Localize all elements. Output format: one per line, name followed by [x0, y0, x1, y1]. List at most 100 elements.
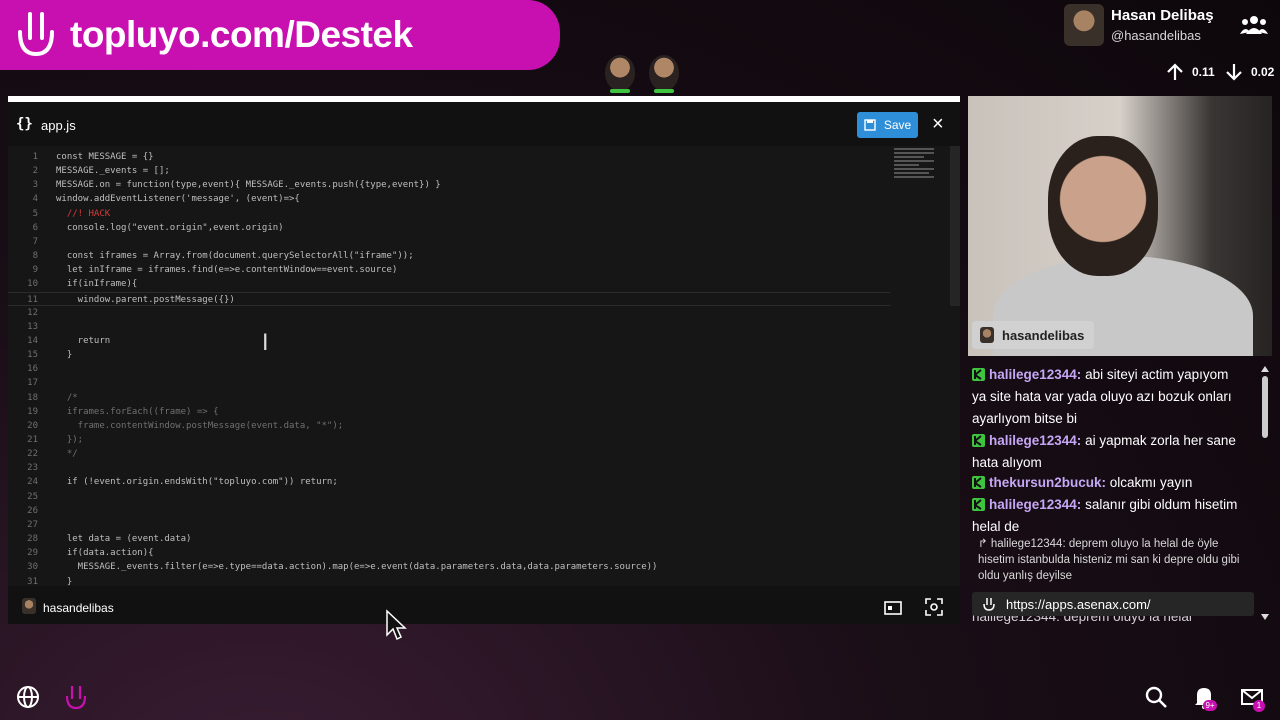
- footer-username: hasandelibas: [43, 601, 114, 615]
- code-text: */: [56, 449, 78, 460]
- editor-scrollbar[interactable]: [950, 146, 960, 306]
- code-line[interactable]: 5 //! HACK: [8, 207, 890, 221]
- line-number: 2: [32, 166, 38, 177]
- viewer-avatar[interactable]: [649, 55, 679, 93]
- code-line[interactable]: 4 window.addEventListener('message', (eve…: [8, 192, 890, 206]
- topluyo-smile-icon[interactable]: [63, 684, 89, 710]
- chat-reply: ↱ halilege12344: deprem oluyo la helal d…: [978, 538, 1240, 582]
- code-line[interactable]: 17: [8, 376, 890, 390]
- line-number: 15: [27, 350, 38, 361]
- code-line[interactable]: 11 window.parent.postMessage({}): [8, 291, 890, 306]
- code-line[interactable]: 29 if(data.action){: [8, 546, 890, 560]
- chat-list[interactable]: ↱ halilege12344: deprem oluyo la helal d…: [968, 362, 1258, 624]
- code-line[interactable]: 16: [8, 362, 890, 376]
- code-line[interactable]: 14 return: [8, 334, 890, 348]
- code-text: }: [56, 576, 73, 587]
- badge-icon: [972, 474, 985, 489]
- webcam-view[interactable]: hasandelibas: [968, 96, 1272, 356]
- save-button[interactable]: Save: [857, 112, 918, 138]
- viewer-avatar[interactable]: [605, 55, 635, 93]
- code-minimap[interactable]: [890, 146, 950, 190]
- code-line[interactable]: 9 let inIframe = iframes.find(e=>e.conte…: [8, 263, 890, 277]
- code-line[interactable]: 12: [8, 306, 890, 320]
- code-line[interactable]: 24 if (!event.origin.endsWith("topluyo.c…: [8, 475, 890, 489]
- avatar: [1064, 4, 1104, 46]
- line-number: 9: [32, 265, 38, 276]
- mouse-pointer-icon: [386, 609, 407, 641]
- download-speed: 0.02: [1225, 63, 1274, 81]
- code-text: window.addEventListener('message', (even…: [56, 194, 300, 205]
- editor-filename: app.js: [41, 118, 76, 133]
- code-line[interactable]: 15 }: [8, 348, 890, 362]
- code-line[interactable]: 22 */: [8, 447, 890, 461]
- code-line[interactable]: 28 let data = (event.data): [8, 532, 890, 546]
- code-line[interactable]: 20 frame.contentWindow.postMessage(event…: [8, 419, 890, 433]
- code-text: MESSAGE._events.filter(e=>e.type==data.a…: [56, 562, 658, 573]
- code-line[interactable]: 10 if(inIframe){: [8, 277, 890, 291]
- users-icon[interactable]: [1240, 12, 1268, 38]
- code-line[interactable]: 13: [8, 320, 890, 334]
- code-line[interactable]: 3 MESSAGE.on = function(type,event){ MESS…: [8, 178, 890, 192]
- save-label: Save: [883, 118, 912, 132]
- profile-card[interactable]: Hasan Delibaş @hasandelibas: [1064, 4, 1280, 50]
- code-line[interactable]: 26: [8, 504, 890, 518]
- chat-username[interactable]: halilege12344:: [989, 367, 1081, 382]
- chat-username[interactable]: halilege12344:: [989, 497, 1081, 512]
- code-line[interactable]: 2 MESSAGE._events = [];: [8, 164, 890, 178]
- line-number: 10: [27, 279, 38, 290]
- line-number: 5: [32, 208, 38, 219]
- code-text: if(inIframe){: [56, 279, 138, 290]
- code-line[interactable]: 6 console.log("event.origin",event.origi…: [8, 221, 890, 235]
- avatar: [980, 327, 994, 343]
- code-line[interactable]: 25: [8, 490, 890, 504]
- upload-value: 0.11: [1192, 65, 1215, 79]
- topluyo-banner[interactable]: topluyo.com/Destek: [0, 0, 560, 70]
- search-icon[interactable]: [1143, 684, 1169, 710]
- line-number: 23: [27, 463, 38, 474]
- code-text: const MESSAGE = {}: [56, 152, 154, 162]
- code-line[interactable]: 23: [8, 461, 890, 475]
- chat-username[interactable]: thekursun2bucuk:: [989, 475, 1106, 490]
- badge-icon: [972, 496, 985, 511]
- topluyo-smile-icon: [18, 12, 54, 57]
- chat-scrollbar[interactable]: [1258, 362, 1272, 624]
- banner-url: topluyo.com/Destek: [70, 14, 413, 55]
- profile-name: Hasan Delibaş: [1111, 7, 1214, 24]
- line-number: 24: [27, 477, 38, 488]
- code-line[interactable]: 27: [8, 518, 890, 532]
- chat-text: olcakmı yayın: [1109, 475, 1193, 490]
- theater-mode-icon[interactable]: [884, 599, 902, 617]
- code-line[interactable]: 18 /*: [8, 391, 890, 405]
- line-number: 25: [27, 491, 38, 502]
- code-text: const iframes = Array.from(document.quer…: [56, 251, 414, 262]
- code-line[interactable]: 7: [8, 235, 890, 249]
- code-line[interactable]: 1 const MESSAGE = {}: [8, 150, 890, 164]
- arrow-down-icon: [1226, 64, 1242, 81]
- webcam-name-tag: hasandelibas: [972, 321, 1095, 349]
- code-line[interactable]: 21 });: [8, 433, 890, 447]
- code-editor-panel: {} app.js Save × 1 const MESSAGE = {} 2 MES…: [8, 96, 960, 624]
- code-line[interactable]: 8 const iframes = Array.from(document.qu…: [8, 249, 890, 263]
- code-line[interactable]: 31 }: [8, 575, 890, 587]
- line-number: 1: [32, 152, 38, 162]
- globe-icon[interactable]: [15, 684, 41, 710]
- mail-badge: 1: [1253, 700, 1265, 712]
- code-line[interactable]: 19 iframes.forEach((frame) => {: [8, 405, 890, 419]
- code-file-icon: {}: [16, 116, 33, 132]
- close-icon[interactable]: ×: [932, 114, 944, 134]
- editor-footer: hasandelibas: [8, 586, 960, 624]
- download-value: 0.02: [1251, 65, 1275, 79]
- chat-username[interactable]: halilege12344:: [989, 433, 1081, 448]
- line-number: 22: [27, 449, 38, 460]
- notification-badge: 9+: [1203, 700, 1217, 711]
- line-number: 4: [32, 194, 38, 205]
- link-preview[interactable]: https://apps.asenax.com/: [972, 592, 1254, 616]
- fullscreen-icon[interactable]: [925, 598, 943, 616]
- line-number: 26: [27, 505, 38, 516]
- line-number: 27: [27, 519, 38, 530]
- code-line[interactable]: 30 MESSAGE._events.filter(e=>e.type==dat…: [8, 560, 890, 574]
- upload-speed: 0.11: [1166, 63, 1215, 81]
- code-area[interactable]: 1 const MESSAGE = {} 2 MESSAGE._events = []…: [8, 146, 890, 586]
- chat-link[interactable]: https://apps.asenax.com/: [1006, 597, 1151, 612]
- code-text: MESSAGE.on = function(type,event){ MESSA…: [56, 180, 441, 191]
